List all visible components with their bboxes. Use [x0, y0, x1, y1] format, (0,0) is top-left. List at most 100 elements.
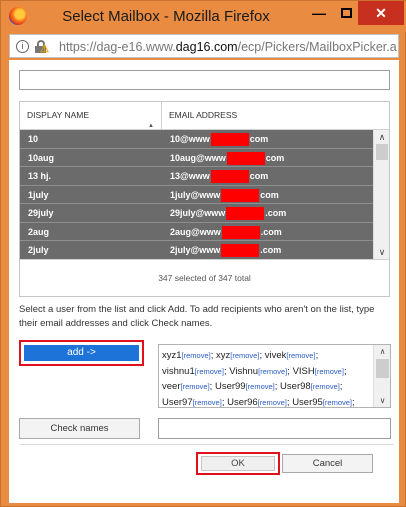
remove-link[interactable]: [remove] [258, 367, 287, 376]
add-button-highlight: add -> [19, 340, 144, 366]
row-email: 10@www com [170, 130, 268, 148]
url-prefix: https://dag-e16.www. [59, 40, 176, 54]
recipients-box[interactable]: xyz1[remove]; xyz[remove]; vivek[remove]… [158, 344, 391, 408]
redaction-box [210, 170, 249, 184]
remove-link[interactable]: [remove] [180, 382, 209, 391]
recipient-line: vishnu1[remove]; Vishnu[remove]; VISH[re… [162, 364, 369, 380]
row-display-name: 10 [28, 134, 39, 144]
table-row[interactable]: 13 hj. 13@www com [20, 167, 373, 186]
remove-link[interactable]: [remove] [195, 367, 224, 376]
list-rows: 10 10@www com 10aug 10aug@www com 13 hj. 13@w… [20, 130, 373, 259]
recipient-name: Vishnu [229, 365, 259, 377]
table-row[interactable]: 10 10@www com [20, 130, 373, 149]
url-domain: dag16.com [175, 40, 238, 54]
remove-link[interactable]: [remove] [315, 367, 344, 376]
scroll-down-icon[interactable]: ∨ [374, 245, 390, 259]
browser-window: Select Mailbox - Mozilla Firefox — ✕ i ⚠… [0, 0, 406, 507]
recipient-separator: ; [315, 350, 319, 361]
list-header: DISPLAY NAME ▲ EMAIL ADDRESS [20, 102, 389, 130]
column-header-email[interactable]: EMAIL ADDRESS [162, 102, 373, 129]
minimize-button[interactable]: — [304, 1, 334, 25]
row-email: 13@www com [170, 167, 268, 185]
row-display-name: 13 hj. [28, 171, 52, 181]
recipient-name: User96 [227, 396, 258, 408]
remove-link[interactable]: [remove] [311, 382, 340, 391]
divider [19, 444, 394, 445]
table-row[interactable]: 1july 1july@www com [20, 185, 373, 204]
check-names-button[interactable]: Check names [19, 418, 140, 439]
row-display-name: 2july [28, 245, 49, 255]
recipient-name: vivek [264, 350, 287, 361]
recipient-name: User98 [280, 381, 311, 392]
url-bar[interactable]: i ⚠ https://dag-e16.www.dag16.com/ecp/Pi… [9, 34, 399, 58]
row-email: 29july@www .com [170, 204, 286, 222]
recipients-list: xyz1[remove]; xyz[remove]; vivek[remove]… [162, 348, 369, 408]
scroll-up-icon[interactable]: ∧ [374, 345, 390, 358]
row-email: 1july@www com [170, 186, 279, 204]
row-email: 2aug@www .com [170, 223, 282, 241]
search-input[interactable] [19, 70, 390, 90]
recipient-separator: ; [339, 381, 343, 392]
remove-link[interactable]: [remove] [230, 351, 259, 360]
recipients-scrollbar[interactable]: ∧ ∨ [373, 345, 390, 407]
remove-link[interactable]: [remove] [286, 351, 315, 360]
recipient-line: xyz1[remove]; xyz[remove]; vivek[remove]… [162, 348, 369, 364]
title-bar: Select Mailbox - Mozilla Firefox — ✕ [1, 1, 406, 32]
row-display-name: 1july [28, 189, 49, 200]
ok-button[interactable]: OK [201, 456, 275, 471]
maximize-icon [340, 8, 352, 18]
dialog-content: DISPLAY NAME ▲ EMAIL ADDRESS 10 10@www com … [9, 60, 399, 503]
recipient-name: xyz1 [162, 350, 182, 361]
recipient-name: User95 [292, 396, 323, 408]
table-row[interactable]: 10aug 10aug@www com [20, 148, 373, 167]
recipient-line: User97[remove]; User96[remove]; User95[r… [162, 395, 369, 408]
scroll-thumb[interactable] [376, 144, 388, 160]
row-display-name: 2aug [28, 226, 50, 237]
scroll-down-icon[interactable]: ∨ [374, 394, 390, 407]
mailbox-list: DISPLAY NAME ▲ EMAIL ADDRESS 10 10@www com … [19, 101, 390, 297]
column-label: DISPLAY NAME [27, 110, 90, 120]
insecure-lock-icon[interactable]: ⚠ [34, 40, 49, 55]
recipient-name: VISH [292, 365, 315, 377]
maximize-button[interactable] [331, 1, 361, 25]
recipient-name: User99 [214, 381, 246, 392]
redaction-box [221, 188, 260, 202]
table-row[interactable]: 2july 2july@www .com [20, 241, 373, 259]
remove-link[interactable]: [remove] [258, 398, 287, 407]
selection-count: 347 selected of 347 total [20, 259, 389, 296]
close-button[interactable]: ✕ [358, 1, 404, 25]
redaction-box [221, 225, 260, 239]
recipient-separator: ; [352, 396, 355, 408]
url-suffix: /ecp/Pickers/MailboxPicker.a [237, 40, 397, 54]
scroll-thumb[interactable] [376, 359, 389, 378]
list-scrollbar[interactable]: ∧ ∨ [373, 130, 389, 259]
recipient-name: vishnu1 [162, 365, 195, 377]
recipient-name: xyz [216, 350, 231, 361]
recipient-separator: ; [343, 365, 347, 377]
ok-button-highlight: OK [196, 452, 280, 475]
add-button[interactable]: add -> [24, 345, 139, 361]
check-names-input[interactable] [158, 418, 391, 439]
redaction-box [221, 244, 260, 258]
row-email: 2july@www .com [170, 241, 281, 259]
remove-link[interactable]: [remove] [182, 351, 211, 360]
column-header-display-name[interactable]: DISPLAY NAME ▲ [20, 102, 162, 129]
remove-link[interactable]: [remove] [193, 398, 222, 407]
scroll-up-icon[interactable]: ∧ [374, 130, 390, 144]
cancel-button[interactable]: Cancel [282, 454, 373, 473]
url-text[interactable]: https://dag-e16.www.dag16.com/ecp/Picker… [59, 40, 397, 54]
row-email: 10aug@www com [170, 149, 284, 167]
redaction-box [210, 133, 249, 147]
row-display-name: 10aug [28, 152, 55, 163]
window-title: Select Mailbox - Mozilla Firefox [62, 8, 270, 25]
remove-link[interactable]: [remove] [246, 382, 275, 391]
recipient-line: veer[remove]; User99[remove]; User98[rem… [162, 379, 369, 395]
table-row[interactable]: 29july 29july@www .com [20, 204, 373, 223]
redaction-box [226, 207, 265, 221]
remove-link[interactable]: [remove] [323, 398, 352, 407]
info-icon[interactable]: i [16, 40, 29, 53]
row-display-name: 29july [28, 208, 54, 218]
redaction-box [226, 151, 265, 165]
instructions-text: Select a user from the list and click Ad… [19, 304, 375, 329]
table-row[interactable]: 2aug 2aug@www .com [20, 222, 373, 241]
